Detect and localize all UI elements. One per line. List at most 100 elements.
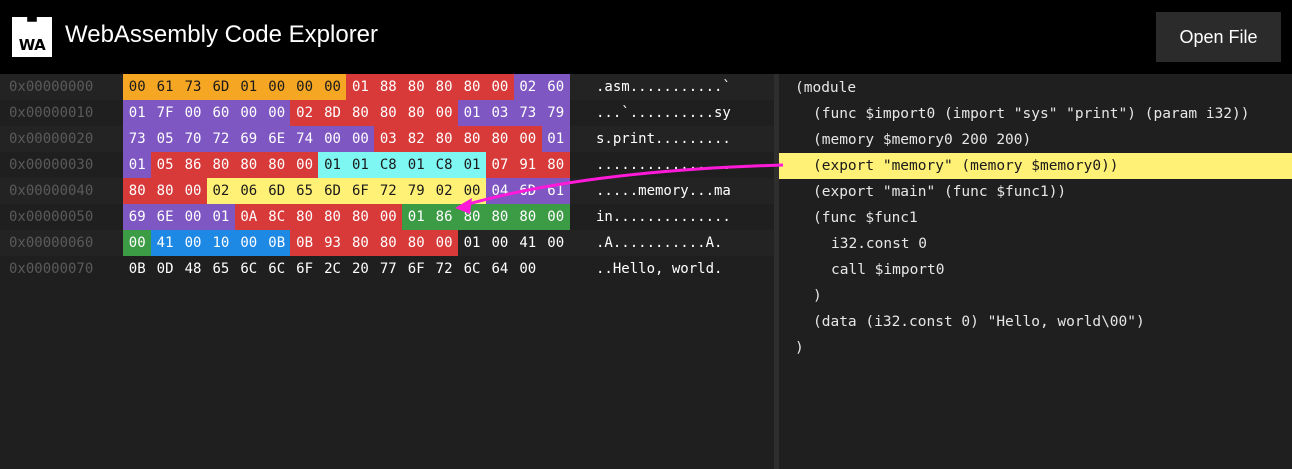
hex-byte[interactable]: 00 xyxy=(318,126,347,152)
hex-byte[interactable]: 80 xyxy=(374,100,403,126)
hex-byte[interactable]: 07 xyxy=(485,152,515,178)
hex-byte[interactable]: 80 xyxy=(234,152,263,178)
hex-byte[interactable]: 6F xyxy=(346,178,375,204)
hex-byte[interactable]: 00 xyxy=(178,178,208,204)
hex-byte[interactable]: 01 xyxy=(234,74,263,100)
hex-byte[interactable]: 10 xyxy=(206,230,236,256)
hex-byte[interactable]: 80 xyxy=(429,74,459,100)
hex-byte[interactable]: 01 xyxy=(346,152,375,178)
hex-byte[interactable]: 00 xyxy=(262,74,291,100)
hex-byte[interactable]: 65 xyxy=(207,256,235,282)
hex-byte[interactable]: 6D xyxy=(318,178,347,204)
hex-byte[interactable]: 72 xyxy=(430,256,458,282)
hex-byte[interactable]: 00 xyxy=(346,126,375,152)
hex-byte[interactable]: 80 xyxy=(206,152,236,178)
hex-byte[interactable]: 0A xyxy=(234,204,263,230)
hex-byte[interactable]: 02 xyxy=(290,100,319,126)
hex-byte[interactable]: 06 xyxy=(234,178,263,204)
hex-byte[interactable]: C8 xyxy=(429,152,459,178)
hex-byte[interactable]: 73 xyxy=(178,74,208,100)
hex-byte[interactable]: 01 xyxy=(123,100,152,126)
hex-byte[interactable]: 00 xyxy=(262,100,291,126)
hex-byte[interactable]: 60 xyxy=(206,100,236,126)
hex-byte[interactable]: 6D xyxy=(206,74,236,100)
code-line[interactable]: call $import0 xyxy=(779,257,1292,283)
code-line[interactable]: (memory $memory0 200 200) xyxy=(779,127,1292,153)
hex-byte[interactable]: 00 xyxy=(178,204,208,230)
hex-byte[interactable]: 91 xyxy=(513,152,542,178)
code-line[interactable]: i32.const 0 xyxy=(779,231,1292,257)
code-line[interactable]: (export "main" (func $func1)) xyxy=(779,179,1292,205)
code-line[interactable]: (func $import0 (import "sys" "print") (p… xyxy=(779,101,1292,127)
hex-byte[interactable]: 80 xyxy=(485,126,515,152)
hex-byte[interactable]: 6C xyxy=(263,256,291,282)
hex-byte[interactable]: 01 xyxy=(541,126,570,152)
hex-byte[interactable]: 70 xyxy=(178,126,208,152)
hex-byte[interactable]: 80 xyxy=(513,204,542,230)
hex-byte[interactable]: 80 xyxy=(541,152,570,178)
hex-byte[interactable]: 41 xyxy=(150,230,180,256)
hex-byte[interactable]: 01 xyxy=(458,230,486,256)
hex-byte[interactable]: 00 xyxy=(318,74,347,100)
hex-byte[interactable]: 00 xyxy=(234,230,263,256)
hex-byte[interactable]: 02 xyxy=(429,178,459,204)
hex-byte[interactable]: 0B xyxy=(123,256,151,282)
hex-byte[interactable]: 00 xyxy=(234,100,263,126)
hex-byte[interactable]: 6D xyxy=(513,178,542,204)
hex-byte[interactable]: 20 xyxy=(346,256,374,282)
hex-byte[interactable]: 00 xyxy=(178,100,208,126)
hex-byte[interactable]: 80 xyxy=(485,204,515,230)
hex-byte[interactable]: 00 xyxy=(290,74,319,100)
hex-byte[interactable]: 01 xyxy=(457,100,487,126)
hex-byte[interactable]: 86 xyxy=(178,152,208,178)
hex-byte[interactable]: 80 xyxy=(123,178,152,204)
hex-byte[interactable]: C8 xyxy=(374,152,403,178)
hex-byte[interactable]: 0B xyxy=(262,230,291,256)
code-line[interactable]: (data (i32.const 0) "Hello, world\00") xyxy=(779,309,1292,335)
hex-byte[interactable]: 01 xyxy=(402,152,431,178)
code-line[interactable]: ) xyxy=(779,283,1292,309)
hex-byte[interactable]: 05 xyxy=(150,152,180,178)
hex-byte[interactable]: 00 xyxy=(178,230,208,256)
hex-byte[interactable]: 0B xyxy=(290,230,319,256)
hex-byte[interactable]: 86 xyxy=(429,204,459,230)
hex-byte[interactable]: 80 xyxy=(402,74,431,100)
hex-byte[interactable]: 73 xyxy=(513,100,542,126)
hex-byte[interactable]: 00 xyxy=(486,230,514,256)
hex-byte[interactable]: 00 xyxy=(429,100,459,126)
hex-byte[interactable]: 03 xyxy=(374,126,403,152)
hex-byte[interactable]: 64 xyxy=(486,256,514,282)
open-file-button[interactable]: Open File xyxy=(1156,12,1281,62)
hex-byte[interactable]: 6F xyxy=(402,256,430,282)
hex-byte[interactable]: 01 xyxy=(123,152,152,178)
code-line[interactable]: ) xyxy=(779,335,1292,361)
hex-byte[interactable]: 8D xyxy=(318,100,347,126)
hex-byte[interactable]: 03 xyxy=(485,100,515,126)
hex-byte[interactable]: 80 xyxy=(262,152,291,178)
hex-byte[interactable]: 69 xyxy=(123,204,152,230)
hex-byte[interactable]: 79 xyxy=(541,100,570,126)
hex-byte[interactable]: 80 xyxy=(374,230,403,256)
hex-byte[interactable]: 00 xyxy=(429,230,459,256)
hex-byte[interactable]: 80 xyxy=(402,230,431,256)
hex-byte[interactable]: 60 xyxy=(541,74,570,100)
hex-byte[interactable]: 0D xyxy=(151,256,179,282)
hex-byte[interactable]: 00 xyxy=(542,230,570,256)
hex-byte[interactable]: 61 xyxy=(150,74,180,100)
wat-code-pane[interactable]: (module (func $import0 (import "sys" "pri… xyxy=(779,74,1292,469)
hex-byte[interactable]: 74 xyxy=(290,126,319,152)
hex-byte[interactable]: 01 xyxy=(346,74,375,100)
hex-byte[interactable]: 77 xyxy=(374,256,402,282)
hex-byte[interactable]: 6E xyxy=(150,204,180,230)
hex-byte[interactable]: 01 xyxy=(402,204,431,230)
hex-byte[interactable]: 00 xyxy=(514,256,542,282)
hex-byte[interactable]: 80 xyxy=(346,204,375,230)
hex-byte[interactable]: 2C xyxy=(318,256,346,282)
hex-byte[interactable]: 6C xyxy=(235,256,263,282)
hex-byte[interactable]: 00 xyxy=(123,230,152,256)
hex-byte[interactable]: 41 xyxy=(514,230,542,256)
hex-byte[interactable]: 00 xyxy=(290,152,319,178)
hex-byte[interactable]: 61 xyxy=(541,178,570,204)
code-line-highlighted[interactable]: (export "memory" (memory $memory0)) xyxy=(779,153,1292,179)
hex-byte[interactable]: 82 xyxy=(402,126,431,152)
